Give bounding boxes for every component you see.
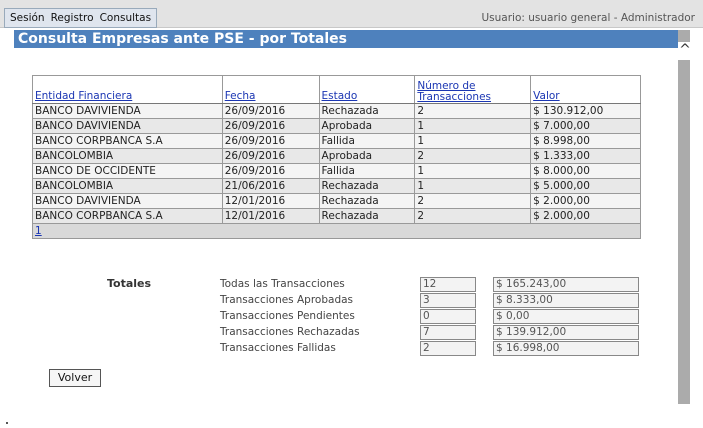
- totals-row-label: Todas las Transacciones: [220, 278, 345, 290]
- sort-link-entidad[interactable]: Entidad Financiera: [35, 90, 132, 102]
- table-cell: 1: [414, 118, 532, 134]
- menu-item-consultas[interactable]: Consultas: [97, 12, 154, 24]
- back-button[interactable]: Volver: [49, 369, 101, 387]
- table-cell: BANCO DAVIVIENDA: [32, 118, 223, 134]
- totals-count-field: 0: [420, 309, 476, 324]
- column-header-transacciones[interactable]: Número de Transacciones: [414, 75, 532, 104]
- totals-row-label: Transacciones Pendientes: [220, 310, 355, 322]
- page-dot: [6, 422, 8, 424]
- results-table: Entidad Financiera Fecha Estado Número d…: [32, 75, 641, 239]
- column-header-entidad[interactable]: Entidad Financiera: [32, 75, 223, 104]
- page-title: Consulta Empresas ante PSE - por Totales: [18, 31, 347, 47]
- table-cell: 1: [414, 178, 532, 194]
- table-cell: 21/06/2016: [221, 178, 320, 194]
- table-cell: 1: [414, 163, 532, 179]
- table-cell: $ 2.000,00: [530, 193, 641, 209]
- table-cell: $ 8.000,00: [530, 163, 641, 179]
- menu-item-registro[interactable]: Registro: [48, 12, 97, 24]
- scroll-up-icon[interactable]: ^: [678, 42, 692, 60]
- table-cell: BANCOLOMBIA: [32, 148, 223, 164]
- menu-item-sesion[interactable]: Sesión: [7, 12, 48, 24]
- table-cell: $ 5.000,00: [530, 178, 641, 194]
- table-row: BANCO DAVIVIENDA 26/09/2016 Aprobada 1 $ 7.0…: [32, 118, 641, 134]
- table-cell: 1: [414, 133, 532, 149]
- totals-value-field: $ 8.333,00: [493, 293, 639, 308]
- pager-cell: 1: [32, 223, 641, 239]
- totals-count-field: 2: [420, 341, 476, 356]
- table-cell: $ 7.000,00: [530, 118, 641, 134]
- totals-count-field: 12: [420, 277, 476, 292]
- totals-value-field: $ 139.912,00: [493, 325, 639, 340]
- totals-value-field: $ 16.998,00: [493, 341, 639, 356]
- table-cell: 2: [414, 193, 532, 209]
- table-cell: 26/09/2016: [221, 118, 320, 134]
- menu-bar: Sesión Registro Consultas Usuario: usuar…: [0, 0, 703, 28]
- table-cell: Aprobada: [318, 118, 416, 134]
- table-cell: $ 8.998,00: [530, 133, 641, 149]
- table-cell: 26/09/2016: [221, 133, 320, 149]
- totals-row-label: Transacciones Fallidas: [220, 342, 336, 354]
- table-cell: BANCOLOMBIA: [32, 178, 223, 194]
- table-cell: 26/09/2016: [221, 163, 320, 179]
- totals-row-label: Transacciones Aprobadas: [220, 294, 354, 306]
- sort-link-valor[interactable]: Valor: [533, 90, 559, 102]
- totals-count-field: 7: [420, 325, 476, 340]
- column-header-estado[interactable]: Estado: [318, 75, 416, 104]
- table-cell: 26/09/2016: [221, 103, 320, 119]
- table-row: BANCOLOMBIA 21/06/2016 Rechazada 1 $ 5.000,0…: [32, 178, 641, 194]
- title-bar: Consulta Empresas ante PSE - por Totales: [14, 30, 678, 48]
- table-cell: Fallida: [318, 133, 416, 149]
- table-cell: 12/01/2016: [221, 208, 320, 224]
- table-cell: Rechazada: [318, 103, 416, 119]
- table-cell: 2: [414, 148, 532, 164]
- table-cell: Rechazada: [318, 193, 416, 209]
- totals-value-field: $ 0,00: [493, 309, 639, 324]
- table-row: BANCOLOMBIA 26/09/2016 Aprobada 2 $ 1.333,00: [32, 148, 641, 164]
- table-row: BANCO DAVIVIENDA 12/01/2016 Rechazada 2 $ 2.…: [32, 193, 641, 209]
- table-cell: BANCO DAVIVIENDA: [32, 193, 223, 209]
- sort-link-transacciones[interactable]: Número de Transacciones: [417, 80, 491, 103]
- table-cell: Fallida: [318, 163, 416, 179]
- column-header-fecha[interactable]: Fecha: [221, 75, 320, 104]
- table-cell: 12/01/2016: [221, 193, 320, 209]
- totals-value-field: $ 165.243,00: [493, 277, 639, 292]
- table-cell: 26/09/2016: [221, 148, 320, 164]
- table-cell: $ 130.912,00: [530, 103, 641, 119]
- page-link-1[interactable]: 1: [35, 225, 42, 237]
- table-row: BANCO CORPBANCA S.A 26/09/2016 Fallida 1 $ 8…: [32, 133, 641, 149]
- table-cell: 2: [414, 103, 532, 119]
- table-cell: BANCO CORPBANCA S.A: [32, 133, 223, 149]
- totals-count-field: 3: [420, 293, 476, 308]
- table-row: BANCO DAVIVIENDA 26/09/2016 Rechazada 2 $ 13…: [32, 103, 641, 119]
- table-row: BANCO DE OCCIDENTE 26/09/2016 Fallida 1 $ 8.…: [32, 163, 641, 179]
- sort-link-estado[interactable]: Estado: [322, 90, 358, 102]
- main-menu: Sesión Registro Consultas: [4, 8, 158, 28]
- table-cell: Rechazada: [318, 178, 416, 194]
- pager-row: 1: [32, 223, 641, 239]
- table-cell: BANCO DAVIVIENDA: [32, 103, 223, 119]
- user-info: Usuario: usuario general - Administrador: [481, 12, 696, 24]
- table-cell: BANCO DE OCCIDENTE: [32, 163, 223, 179]
- table-cell: $ 1.333,00: [530, 148, 641, 164]
- vertical-scrollbar[interactable]: [678, 30, 690, 404]
- totals-label: Totales: [107, 277, 152, 290]
- totals-row-label: Transacciones Rechazadas: [220, 326, 360, 338]
- table-row: BANCO CORPBANCA S.A 12/01/2016 Rechazada 2 $…: [32, 208, 641, 224]
- table-cell: 2: [414, 208, 532, 224]
- table-cell: BANCO CORPBANCA S.A: [32, 208, 223, 224]
- table-cell: Aprobada: [318, 148, 416, 164]
- table-cell: $ 2.000,00: [530, 208, 641, 224]
- sort-link-fecha[interactable]: Fecha: [225, 90, 256, 102]
- column-header-valor[interactable]: Valor: [530, 75, 641, 104]
- table-cell: Rechazada: [318, 208, 416, 224]
- table-header-row: Entidad Financiera Fecha Estado Número d…: [32, 75, 641, 104]
